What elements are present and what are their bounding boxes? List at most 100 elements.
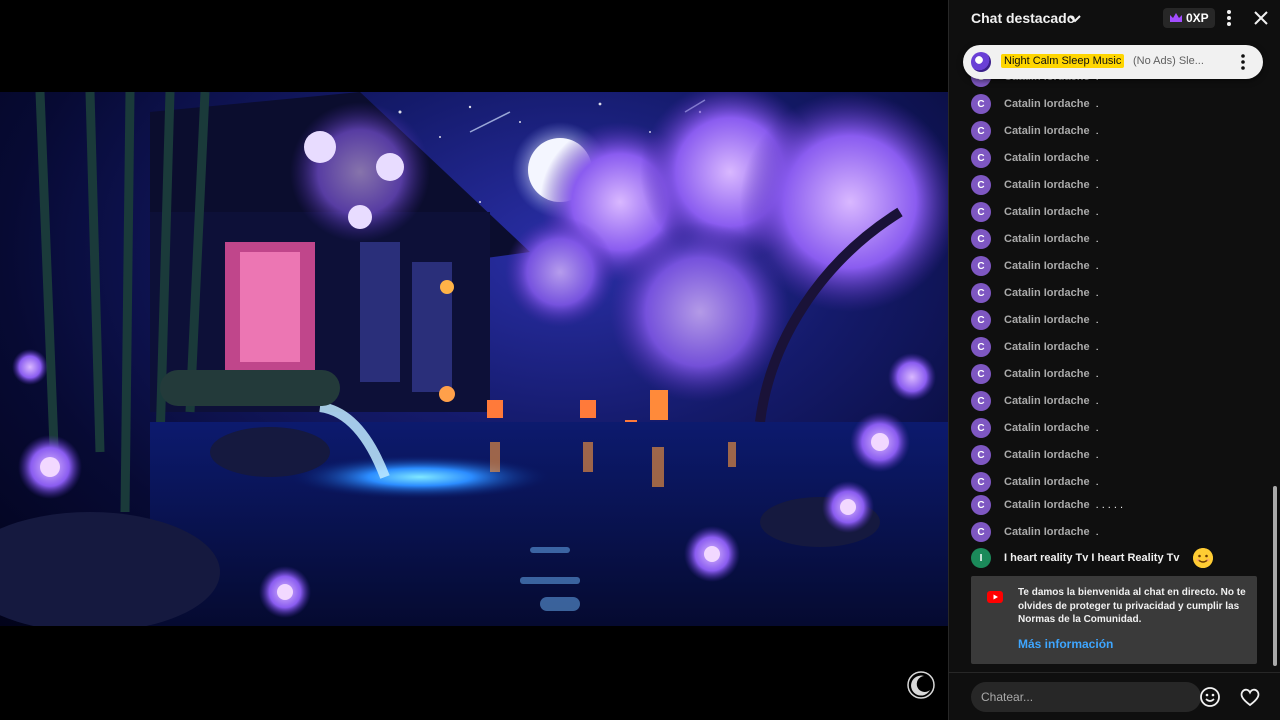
message-text: . xyxy=(1095,233,1099,245)
avatar[interactable]: C xyxy=(971,445,991,465)
video-scene-illustration xyxy=(0,92,948,626)
more-vert-icon[interactable] xyxy=(1235,53,1251,71)
avatar[interactable]: I xyxy=(971,548,991,568)
chat-message[interactable]: C Catalin Iordache . xyxy=(971,201,1099,223)
message-text: . xyxy=(1095,449,1099,461)
message-author[interactable]: Catalin Iordache xyxy=(1004,206,1090,218)
message-author[interactable]: Catalin Iordache xyxy=(1004,368,1090,380)
chat-message[interactable]: C Catalin Iordache . xyxy=(971,471,1099,493)
chat-input[interactable] xyxy=(971,682,1201,712)
welcome-notice-text: Te damos la bienvenida al chat en direct… xyxy=(1018,587,1246,625)
avatar[interactable]: C xyxy=(971,522,991,542)
message-text: . xyxy=(1095,526,1099,538)
avatar[interactable]: C xyxy=(971,418,991,438)
avatar[interactable]: C xyxy=(971,310,991,330)
xp-badge[interactable]: 0XP xyxy=(1163,8,1215,28)
avatar[interactable]: C xyxy=(971,175,991,195)
message-text: . xyxy=(1095,314,1099,326)
learn-more-link[interactable]: Más información xyxy=(1018,637,1113,651)
message-author[interactable]: Catalin Iordache xyxy=(1004,260,1090,272)
live-chat-panel: Chat destacado 0XP Night Calm Sleep Musi… xyxy=(948,0,1280,720)
message-text: . xyxy=(1095,206,1099,218)
avatar[interactable]: C xyxy=(971,495,991,515)
avatar[interactable]: C xyxy=(971,283,991,303)
chat-message[interactable]: C Catalin Iordache . xyxy=(971,282,1099,304)
chat-message-list[interactable]: C Catalin Iordache . C Catalin Iordache … xyxy=(949,66,1271,572)
chat-message[interactable]: C Catalin Iordache . xyxy=(971,147,1099,169)
video-player[interactable] xyxy=(0,0,948,720)
chat-input-bar xyxy=(949,672,1280,720)
video-frame[interactable] xyxy=(0,92,948,626)
message-author[interactable]: I heart reality Tv I heart Reality Tv xyxy=(1004,552,1179,564)
avatar[interactable]: C xyxy=(971,94,991,114)
message-text: . xyxy=(1095,287,1099,299)
chat-header: Chat destacado 0XP xyxy=(949,0,1280,36)
chevron-down-icon[interactable] xyxy=(1067,10,1083,26)
channel-watermark-icon[interactable] xyxy=(906,670,936,700)
chat-message[interactable]: C Catalin Iordache . xyxy=(971,228,1099,250)
more-vert-icon[interactable] xyxy=(1221,8,1237,28)
message-author[interactable]: Catalin Iordache xyxy=(1004,422,1090,434)
message-author[interactable]: Catalin Iordache xyxy=(1004,395,1090,407)
message-author[interactable]: Catalin Iordache xyxy=(1004,341,1090,353)
chat-mode-selector[interactable]: Chat destacado xyxy=(971,10,1075,26)
message-text: . xyxy=(1095,476,1099,488)
glowing-pool xyxy=(290,455,550,499)
welcome-notice: Te damos la bienvenida al chat en direct… xyxy=(971,576,1257,664)
message-author[interactable]: Catalin Iordache xyxy=(1004,98,1090,110)
message-author[interactable]: Catalin Iordache xyxy=(1004,287,1090,299)
chat-scrollbar[interactable] xyxy=(1273,486,1277,666)
smiling-face-icon xyxy=(1193,548,1214,568)
crown-icon xyxy=(1170,13,1182,22)
chat-message[interactable]: C Catalin Iordache . xyxy=(971,390,1099,412)
chat-message[interactable]: C Catalin Iordache . xyxy=(971,336,1099,358)
chat-message[interactable]: C Catalin Iordache . xyxy=(971,255,1099,277)
message-author[interactable]: Catalin Iordache xyxy=(1004,152,1090,164)
chat-message[interactable]: C Catalin Iordache . xyxy=(971,444,1099,466)
chat-message[interactable]: C Catalin Iordache . xyxy=(971,363,1099,385)
message-text: . xyxy=(1095,395,1099,407)
chat-message[interactable]: C Catalin Iordache . xyxy=(971,93,1099,115)
avatar[interactable]: C xyxy=(971,364,991,384)
close-icon[interactable] xyxy=(1251,8,1271,28)
avatar[interactable]: C xyxy=(971,256,991,276)
message-author[interactable]: Catalin Iordache xyxy=(1004,314,1090,326)
chat-message[interactable]: C Catalin Iordache . . . . . xyxy=(971,494,1123,516)
avatar[interactable]: C xyxy=(971,337,991,357)
message-author[interactable]: Catalin Iordache xyxy=(1004,179,1090,191)
heart-icon[interactable] xyxy=(1239,686,1261,708)
message-author[interactable]: Catalin Iordache xyxy=(1004,476,1090,488)
pinned-channel-avatar xyxy=(971,52,991,72)
pinned-message-banner[interactable]: Night Calm Sleep Music (No Ads) Sle... xyxy=(963,45,1263,79)
message-text: . xyxy=(1095,341,1099,353)
bamboo-spout xyxy=(160,370,340,406)
message-author[interactable]: Catalin Iordache xyxy=(1004,449,1090,461)
message-text: . xyxy=(1095,179,1099,191)
avatar[interactable]: C xyxy=(971,472,991,492)
message-author[interactable]: Catalin Iordache xyxy=(1004,526,1090,538)
message-text: . xyxy=(1095,368,1099,380)
chat-message[interactable]: C Catalin Iordache . xyxy=(971,174,1099,196)
smiley-icon[interactable] xyxy=(1199,686,1221,708)
chat-message[interactable]: I I heart reality Tv I heart Reality Tv xyxy=(971,547,1214,569)
message-author[interactable]: Catalin Iordache xyxy=(1004,233,1090,245)
avatar[interactable]: C xyxy=(971,121,991,141)
message-author[interactable]: Catalin Iordache xyxy=(1004,499,1090,511)
pinned-channel-name: Night Calm Sleep Music xyxy=(1001,54,1125,68)
message-text: . xyxy=(1095,125,1099,137)
chat-message[interactable]: C Catalin Iordache . xyxy=(971,120,1099,142)
message-text: . xyxy=(1095,422,1099,434)
chat-message[interactable]: C Catalin Iordache . xyxy=(971,417,1099,439)
youtube-icon xyxy=(987,591,1003,603)
xp-badge-label: 0XP xyxy=(1186,11,1209,25)
message-text: . xyxy=(1095,152,1099,164)
chat-message[interactable]: C Catalin Iordache . xyxy=(971,309,1099,331)
chat-message[interactable]: C Catalin Iordache . xyxy=(971,521,1099,543)
pinned-message-text: (No Ads) Sle... xyxy=(1133,55,1204,67)
avatar[interactable]: C xyxy=(971,391,991,411)
avatar[interactable]: C xyxy=(971,148,991,168)
avatar[interactable]: C xyxy=(971,229,991,249)
avatar[interactable]: C xyxy=(971,202,991,222)
message-author[interactable]: Catalin Iordache xyxy=(1004,125,1090,137)
message-text: . . . . . xyxy=(1095,499,1124,511)
